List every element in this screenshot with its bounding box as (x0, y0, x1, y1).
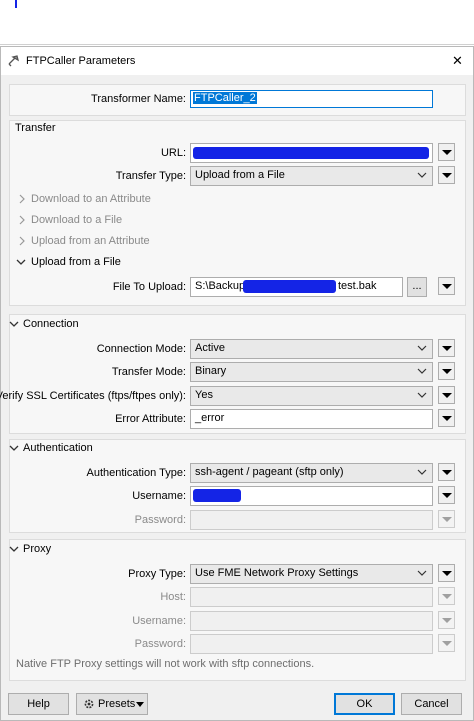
password-input[interactable] (190, 510, 433, 530)
browse-button[interactable]: ... (407, 277, 427, 297)
transfer-mode-select[interactable]: Binary (190, 362, 433, 382)
transfer-type-select[interactable]: Upload from a File (190, 166, 433, 186)
error-attribute-options-button[interactable] (438, 409, 455, 427)
ftpcaller-app-icon (8, 55, 20, 67)
transfer-type-label: Transfer Type: (115, 170, 186, 182)
verify-ssl-value: Yes (195, 389, 213, 401)
transfer-mode-options-button[interactable] (438, 362, 455, 380)
file-to-upload-options-button[interactable] (438, 277, 455, 295)
authentication-section-title[interactable]: Authentication (23, 442, 93, 454)
download-to-file-section[interactable]: Download to a File (31, 214, 122, 226)
presets-button[interactable]: Presets (76, 693, 148, 715)
username-redaction (193, 489, 241, 502)
error-attribute-value: _error (195, 412, 225, 424)
proxy-username-label: Username: (132, 615, 186, 627)
connection-section-title[interactable]: Connection (23, 318, 79, 330)
username-label: Username: (132, 490, 186, 502)
chevron-down-icon (417, 368, 427, 374)
chevron-down-icon (417, 570, 427, 576)
error-attribute-input[interactable]: _error (190, 409, 433, 429)
file-path-suffix: test.bak (338, 280, 377, 292)
proxy-type-options-button[interactable] (438, 564, 455, 582)
download-to-attribute-section[interactable]: Download to an Attribute (31, 193, 151, 205)
proxy-section-title[interactable]: Proxy (23, 543, 51, 555)
transformer-name-input[interactable]: FTPCaller_2 (190, 90, 433, 108)
background-accent-line (15, 0, 17, 8)
chevron-down-icon (417, 345, 427, 351)
help-button[interactable]: Help (8, 693, 69, 715)
proxy-type-select[interactable]: Use FME Network Proxy Settings (190, 564, 433, 584)
upload-from-file-section[interactable]: Upload from a File (31, 256, 121, 268)
url-options-button[interactable] (438, 143, 455, 161)
url-label: URL: (160, 147, 186, 159)
chevron-down-icon (9, 546, 19, 552)
gear-icon (84, 699, 94, 709)
password-options-button[interactable] (438, 510, 455, 528)
verify-ssl-select[interactable]: Yes (190, 386, 433, 406)
chevron-down-icon (9, 321, 19, 327)
authentication-type-value: ssh-agent / pageant (sftp only) (195, 466, 344, 478)
upload-from-attribute-section[interactable]: Upload from an Attribute (31, 235, 150, 247)
proxy-type-label: Proxy Type: (128, 568, 186, 580)
ok-button[interactable]: OK (334, 693, 395, 715)
error-attribute-label: Error Attribute: (115, 413, 186, 425)
transformer-name-value: FTPCaller_2 (193, 92, 257, 104)
username-options-button[interactable] (438, 486, 455, 504)
title-bar[interactable]: FTPCaller Parameters ✕ (1, 47, 473, 75)
window-title: FTPCaller Parameters (26, 55, 136, 67)
transfer-section-title: Transfer (15, 122, 56, 134)
proxy-type-value: Use FME Network Proxy Settings (195, 567, 359, 579)
chevron-right-icon (19, 194, 25, 204)
file-path-prefix: S:\Backup\ (195, 280, 249, 292)
cancel-button[interactable]: Cancel (401, 693, 462, 715)
transformer-name-label: Transformer Name: (91, 93, 186, 105)
proxy-host-options-button[interactable] (438, 587, 455, 605)
connection-mode-value: Active (195, 342, 225, 354)
caret-down-icon (136, 702, 144, 707)
file-path-redaction (243, 280, 336, 293)
transfer-mode-value: Binary (195, 365, 227, 377)
file-to-upload-label: File To Upload: (112, 281, 186, 293)
close-icon[interactable]: ✕ (452, 53, 463, 69)
chevron-down-icon (417, 392, 427, 398)
verify-ssl-options-button[interactable] (438, 386, 455, 404)
connection-mode-select[interactable]: Active (190, 339, 433, 359)
connection-mode-label: Connection Mode: (96, 343, 186, 355)
proxy-username-options-button[interactable] (438, 611, 455, 629)
authentication-type-label: Authentication Type: (86, 467, 186, 479)
transfer-mode-label: Transfer Mode: (111, 366, 186, 378)
chevron-down-icon (417, 172, 427, 178)
proxy-username-input[interactable] (190, 611, 433, 631)
connection-mode-options-button[interactable] (438, 339, 455, 357)
chevron-right-icon (19, 215, 25, 225)
transfer-type-options-button[interactable] (438, 166, 455, 184)
proxy-password-input[interactable] (190, 634, 433, 654)
authentication-type-select[interactable]: ssh-agent / pageant (sftp only) (190, 463, 433, 483)
proxy-host-input[interactable] (190, 587, 433, 607)
proxy-host-label: Host: (160, 591, 186, 603)
chevron-down-icon (16, 259, 26, 265)
chevron-down-icon (417, 469, 427, 475)
background-divider (0, 44, 474, 45)
chevron-right-icon (19, 236, 25, 246)
proxy-password-options-button[interactable] (438, 634, 455, 652)
proxy-note: Native FTP Proxy settings will not work … (16, 658, 315, 670)
chevron-down-icon (9, 445, 19, 451)
presets-label: Presets (98, 698, 136, 710)
proxy-password-label: Password: (134, 638, 186, 650)
password-label: Password: (134, 514, 186, 526)
transfer-type-value: Upload from a File (195, 169, 285, 181)
authentication-type-options-button[interactable] (438, 463, 455, 481)
verify-ssl-label: Verify SSL Certificates (ftps/ftpes only… (0, 390, 186, 402)
url-redaction (193, 147, 429, 159)
